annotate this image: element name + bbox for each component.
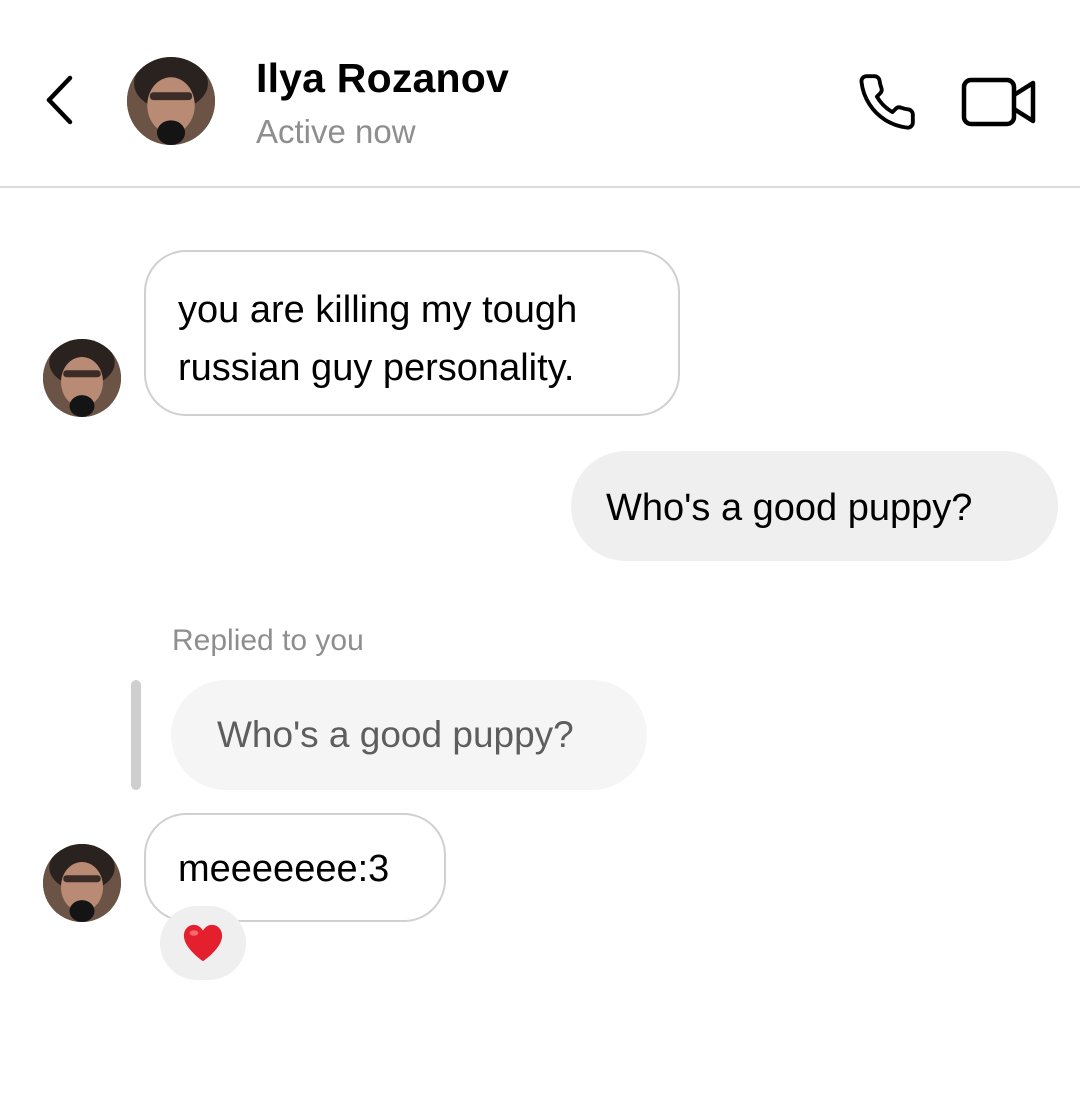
contact-name[interactable]: Ilya Rozanov [256,54,509,102]
phone-icon [859,74,915,130]
avatar-photo [43,339,121,417]
received-message-bubble[interactable]: you are killing my tough russian guy per… [144,250,680,416]
chat-screen: Ilya Rozanov Active now you are killing … [0,0,1080,1095]
heart-icon [183,924,223,962]
back-button[interactable] [32,66,88,134]
voice-call-button[interactable] [852,68,922,136]
message-text-line: russian guy personality. [178,347,575,389]
video-call-button[interactable] [956,68,1042,136]
avatar-photo [43,844,121,922]
message-text: meeeeeee:3 [178,848,390,890]
video-camera-icon [961,77,1036,127]
message-reaction[interactable] [160,906,246,980]
message-text: Who's a good puppy? [606,487,973,529]
reply-indicator-label: Replied to you [172,624,364,657]
reply-quote-bar [131,680,141,790]
chevron-left-icon [46,75,73,125]
active-status: Active now [256,113,416,150]
avatar-photo [127,57,215,145]
quoted-message[interactable]: Who's a good puppy? [171,680,647,790]
chat-header: Ilya Rozanov Active now [0,0,1080,188]
sent-message-bubble[interactable]: Who's a good puppy? [571,451,1058,561]
sender-avatar[interactable] [43,844,121,922]
sender-avatar[interactable] [43,339,121,417]
contact-avatar[interactable] [127,57,215,145]
message-text-line: you are killing my tough [178,289,578,331]
